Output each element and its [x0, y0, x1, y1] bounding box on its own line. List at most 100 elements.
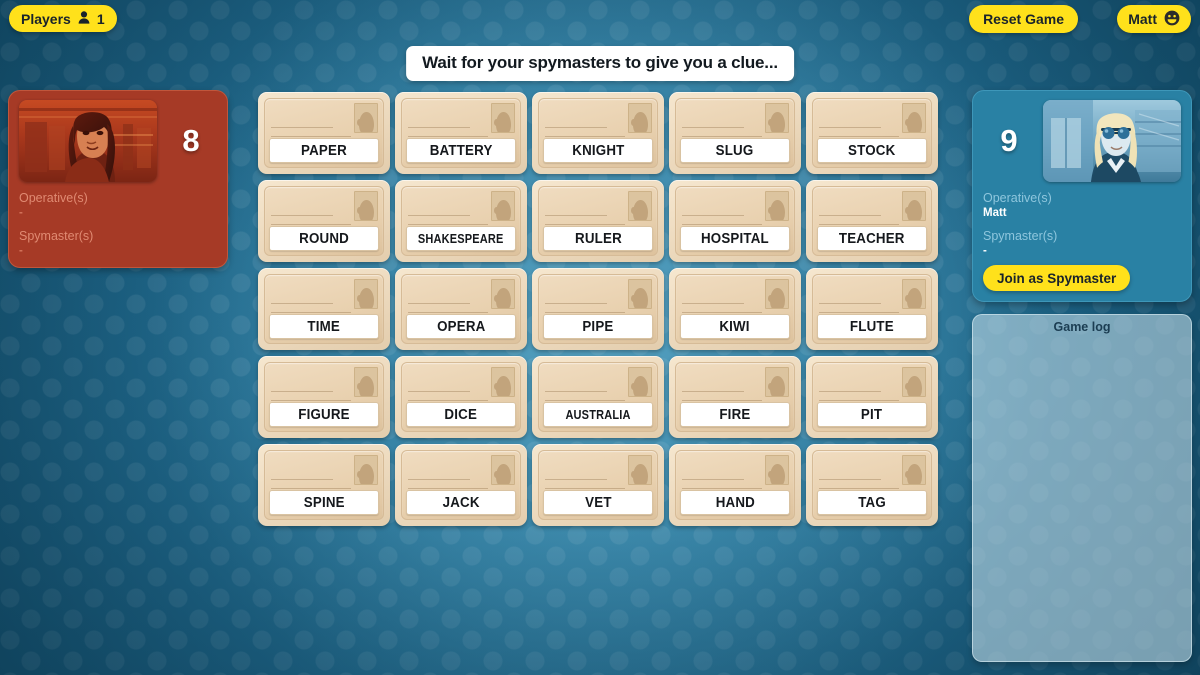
word-card[interactable]: HAND: [669, 444, 801, 526]
word-card[interactable]: ROUND: [258, 180, 390, 262]
word-card[interactable]: FLUTE: [806, 268, 938, 350]
word-card-face: PIT: [812, 362, 932, 432]
players-button[interactable]: Players 1: [9, 5, 117, 32]
word-card-face: SPINE: [264, 450, 384, 520]
word-card[interactable]: TEACHER: [806, 180, 938, 262]
word-label-box: TIME: [269, 314, 379, 339]
game-screen: Players 1 Reset Game Matt Wait for your …: [0, 0, 1200, 675]
postage-stamp-icon: [491, 191, 515, 221]
head-silhouette-icon: [493, 112, 511, 132]
word-card[interactable]: FIGURE: [258, 356, 390, 438]
card-address-line: [545, 391, 607, 392]
team-blue-avatar: [1043, 100, 1181, 182]
card-address-line: [682, 488, 762, 489]
card-address-line: [682, 303, 744, 304]
game-log-panel[interactable]: Game log: [972, 314, 1192, 662]
postage-stamp-icon: [765, 367, 789, 397]
postage-stamp-icon: [902, 367, 926, 397]
word-card[interactable]: PIT: [806, 356, 938, 438]
word-card[interactable]: VET: [532, 444, 664, 526]
head-silhouette-icon: [767, 288, 785, 308]
card-address-line: [682, 127, 744, 128]
postage-stamp-icon: [765, 455, 789, 485]
word-label: ROUND: [299, 230, 349, 247]
players-count: 1: [96, 10, 105, 27]
word-card[interactable]: OPERA: [395, 268, 527, 350]
word-card[interactable]: HOSPITAL: [669, 180, 801, 262]
word-card[interactable]: KNIGHT: [532, 92, 664, 174]
card-address-line: [545, 479, 607, 480]
word-card-face: JACK: [401, 450, 521, 520]
card-address-line: [271, 127, 333, 128]
team-blue-header: 9: [983, 100, 1181, 182]
postage-stamp-icon: [354, 455, 378, 485]
card-address-line: [408, 312, 488, 313]
word-label: TEACHER: [839, 230, 905, 247]
head-silhouette-icon: [493, 288, 511, 308]
word-label-box: RULER: [543, 226, 653, 251]
postage-stamp-icon: [902, 103, 926, 133]
word-label: FIRE: [719, 406, 751, 423]
word-card[interactable]: BATTERY: [395, 92, 527, 174]
card-address-line: [545, 303, 607, 304]
word-label-box: PIT: [817, 402, 927, 427]
join-as-spymaster-button[interactable]: Join as Spymaster: [983, 265, 1131, 291]
word-card[interactable]: AUSTRALIA: [532, 356, 664, 438]
word-card-face: ROUND: [264, 186, 384, 256]
word-card[interactable]: FIRE: [669, 356, 801, 438]
team-blue-spymasters-label: Spymaster(s): [983, 229, 1058, 243]
word-card[interactable]: RULER: [532, 180, 664, 262]
word-card-face: VET: [538, 450, 658, 520]
word-card-face: KNIGHT: [538, 98, 658, 168]
reset-game-button[interactable]: Reset Game: [969, 5, 1078, 33]
word-label-box: KIWI: [680, 314, 790, 339]
word-label: TAG: [858, 494, 886, 511]
card-address-line: [545, 312, 625, 313]
word-label: HOSPITAL: [701, 230, 769, 247]
card-address-line: [408, 391, 470, 392]
word-card[interactable]: KIWI: [669, 268, 801, 350]
card-address-line: [408, 215, 470, 216]
word-card[interactable]: TIME: [258, 268, 390, 350]
head-silhouette-icon: [904, 376, 922, 396]
word-card-face: TIME: [264, 274, 384, 344]
word-card[interactable]: JACK: [395, 444, 527, 526]
word-label: DICE: [444, 406, 478, 423]
word-card-face: PAPER: [264, 98, 384, 168]
word-card[interactable]: PIPE: [532, 268, 664, 350]
head-silhouette-icon: [493, 464, 511, 484]
card-address-line: [408, 400, 488, 401]
word-label: STOCK: [848, 142, 896, 159]
word-card[interactable]: SHAKESPEARE: [395, 180, 527, 262]
word-label-box: PAPER: [269, 138, 379, 163]
team-red-spymasters-label: Spymaster(s): [19, 229, 94, 243]
word-card[interactable]: SPINE: [258, 444, 390, 526]
word-card-face: FIGURE: [264, 362, 384, 432]
head-silhouette-icon: [904, 288, 922, 308]
word-card-face: SLUG: [675, 98, 795, 168]
card-address-line: [271, 224, 351, 225]
card-address-line: [819, 215, 881, 216]
head-silhouette-icon: [630, 464, 648, 484]
card-address-line: [545, 400, 625, 401]
word-label-box: DICE: [406, 402, 516, 427]
word-label-box: JACK: [406, 490, 516, 515]
card-address-line: [819, 224, 899, 225]
head-silhouette-icon: [767, 112, 785, 132]
user-menu-button[interactable]: Matt: [1117, 5, 1191, 33]
word-label-box: FIGURE: [269, 402, 379, 427]
word-card-face: SHAKESPEARE: [401, 186, 521, 256]
word-card-face: KIWI: [675, 274, 795, 344]
postage-stamp-icon: [354, 103, 378, 133]
word-card[interactable]: DICE: [395, 356, 527, 438]
card-address-line: [545, 224, 625, 225]
head-silhouette-icon: [904, 464, 922, 484]
word-card[interactable]: STOCK: [806, 92, 938, 174]
word-card[interactable]: SLUG: [669, 92, 801, 174]
word-label: SLUG: [716, 142, 754, 159]
word-label: AUSTRALIA: [565, 407, 631, 422]
word-card[interactable]: TAG: [806, 444, 938, 526]
person-icon: [78, 11, 90, 26]
word-card[interactable]: PAPER: [258, 92, 390, 174]
postage-stamp-icon: [491, 103, 515, 133]
